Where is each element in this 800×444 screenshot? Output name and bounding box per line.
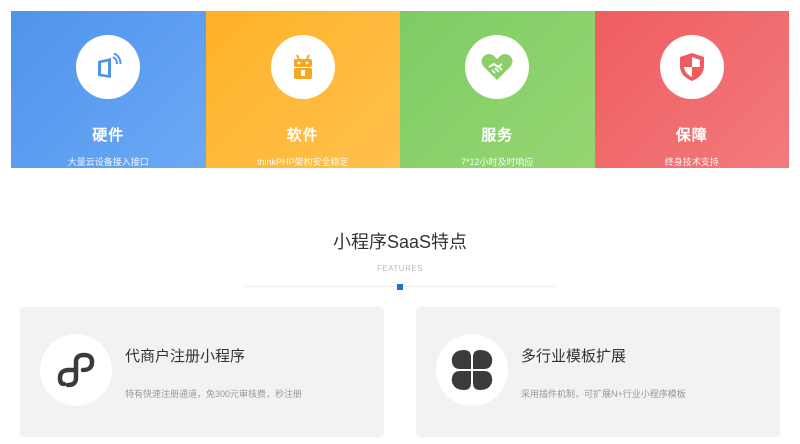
- tile-icon-circle: [659, 35, 724, 99]
- section-title: 小程序SaaS特点: [332, 232, 468, 252]
- tile-title: 保障: [675, 127, 708, 144]
- tile-icon-circle: [465, 35, 530, 99]
- tile-service[interactable]: 服务 7*12小时及时响应: [400, 11, 595, 168]
- tile-subtitle: 7*12小时及时响应: [460, 157, 534, 167]
- tile-software[interactable]: 软件 thinkPHP架构安全稳定: [205, 11, 400, 168]
- tile-hardware[interactable]: 硬件 大量云设备接入接口: [11, 11, 206, 168]
- tile-subtitle: 大量云设备接入接口: [67, 157, 149, 167]
- tablet-signal-icon: [98, 52, 122, 78]
- tile-title: 服务: [481, 127, 514, 144]
- feature-title: 多行业模板扩展: [521, 348, 627, 365]
- android-icon: [293, 54, 312, 79]
- four-petal-icon: [451, 350, 493, 390]
- tile-icon-circle: [76, 35, 141, 99]
- mini-program-icon: [57, 352, 95, 388]
- tile-subtitle: thinkPHP架构安全稳定: [256, 157, 349, 167]
- handshake-heart-icon: [481, 54, 513, 80]
- tile-icon-circle: [270, 35, 335, 99]
- section-subtitle: FEATURES: [376, 264, 424, 273]
- feature-icon-circle: [40, 334, 112, 406]
- tile-guarantee[interactable]: 保障 终身技术支持: [594, 11, 789, 168]
- tile-subtitle: 终身技术支持: [664, 157, 719, 167]
- feature-card-register[interactable]: 代商户注册小程序 特有快速注册通道，免300元审核费，秒注册: [20, 307, 384, 437]
- tile-title: 软件: [286, 127, 319, 144]
- feature-description: 采用插件机制，可扩展N+行业小程序模板: [521, 389, 686, 399]
- feature-description: 特有快速注册通道，免300元审核费，秒注册: [125, 389, 303, 399]
- feature-card-templates[interactable]: 多行业模板扩展 采用插件机制，可扩展N+行业小程序模板: [416, 307, 780, 437]
- shield-icon: [679, 53, 704, 81]
- feature-title: 代商户注册小程序: [125, 348, 246, 365]
- divider-accent-mark: [397, 284, 403, 290]
- service-tiles: 硬件 大量云设备接入接口 软件 thinkPHP架构安全稳定 服务 7*12小时…: [11, 11, 789, 168]
- feature-icon-circle: [436, 334, 508, 406]
- tile-title: 硬件: [92, 127, 125, 144]
